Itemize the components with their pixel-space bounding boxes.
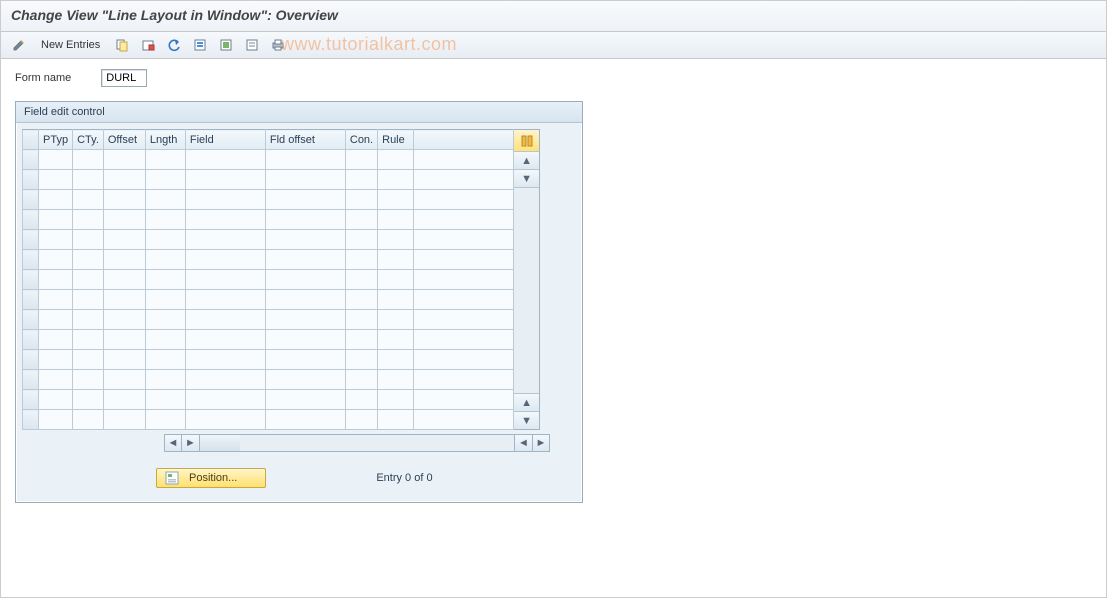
row-selector[interactable] (23, 290, 39, 310)
col-offset[interactable]: Offset (103, 130, 145, 150)
table-row[interactable] (23, 390, 514, 410)
row-selector[interactable] (23, 150, 39, 170)
toggle-display-change-icon[interactable] (9, 35, 29, 55)
row-selector[interactable] (23, 250, 39, 270)
application-toolbar: New Entries www.tutorialkart.com (1, 32, 1106, 59)
table-row[interactable] (23, 250, 514, 270)
table-row[interactable] (23, 150, 514, 170)
row-selector[interactable] (23, 190, 39, 210)
table-row[interactable] (23, 330, 514, 350)
row-selector[interactable] (23, 330, 39, 350)
undo-change-icon[interactable] (164, 35, 184, 55)
col-field[interactable]: Field (185, 130, 265, 150)
table-header-row: PTyp CTy. Offset Lngth Field Fld offset … (23, 130, 514, 150)
position-button[interactable]: Position... (156, 468, 266, 488)
row-selector[interactable] (23, 170, 39, 190)
table-row[interactable] (23, 410, 514, 430)
table-row[interactable] (23, 230, 514, 250)
form-name-row: Form name (15, 69, 1092, 87)
row-selector[interactable] (23, 270, 39, 290)
content-area: Form name Field edit control PTyp CTy. O… (1, 59, 1106, 513)
table-row[interactable] (23, 170, 514, 190)
form-name-input[interactable] (101, 69, 147, 87)
table-corner[interactable] (23, 130, 39, 150)
entry-count-text: Entry 0 of 0 (376, 472, 432, 484)
field-edit-table[interactable]: PTyp CTy. Offset Lngth Field Fld offset … (22, 129, 514, 430)
delete-icon[interactable] (138, 35, 158, 55)
table-row[interactable] (23, 290, 514, 310)
table-row[interactable] (23, 310, 514, 330)
table-row[interactable] (23, 350, 514, 370)
select-all-icon[interactable] (190, 35, 210, 55)
scroll-left-icon[interactable]: ◄ (164, 434, 182, 452)
form-name-label: Form name (15, 72, 71, 84)
scroll-right-icon[interactable]: ► (532, 434, 550, 452)
scroll-up-step-icon[interactable]: ▲ (514, 393, 539, 411)
table-row[interactable] (23, 210, 514, 230)
page-title: Change View "Line Layout in Window": Ove… (1, 1, 1106, 32)
scroll-left-step-icon[interactable]: ◄ (514, 434, 532, 452)
row-selector[interactable] (23, 310, 39, 330)
col-fld-offset[interactable]: Fld offset (265, 130, 345, 150)
row-selector[interactable] (23, 370, 39, 390)
table-settings-icon[interactable] (514, 130, 539, 152)
horizontal-scrollbar[interactable]: ◄ ► ◄ ► (16, 434, 582, 458)
watermark-text: www.tutorialkart.com (281, 34, 457, 55)
scroll-right-step-icon[interactable]: ► (182, 434, 200, 452)
panel-title: Field edit control (16, 102, 582, 123)
vertical-scrollbar[interactable]: ▲ ▼ ▲ ▼ (514, 129, 540, 430)
col-cty[interactable]: CTy. (73, 130, 104, 150)
col-length[interactable]: Lngth (145, 130, 185, 150)
table-row[interactable] (23, 270, 514, 290)
print-icon[interactable] (268, 35, 288, 55)
position-icon (165, 471, 179, 485)
field-edit-control-panel: Field edit control PTyp CTy. Offset Lngt… (15, 101, 583, 503)
deselect-all-icon[interactable] (242, 35, 262, 55)
scroll-up-icon[interactable]: ▲ (514, 152, 539, 170)
scroll-down-icon[interactable]: ▼ (514, 411, 539, 429)
row-selector[interactable] (23, 350, 39, 370)
col-rule[interactable]: Rule (378, 130, 414, 150)
position-button-label: Position... (189, 472, 237, 484)
hscroll-track[interactable] (240, 434, 514, 452)
table-row[interactable] (23, 190, 514, 210)
copy-as-icon[interactable] (112, 35, 132, 55)
col-empty (414, 130, 514, 150)
new-entries-button[interactable]: New Entries (35, 37, 106, 53)
table-row[interactable] (23, 370, 514, 390)
row-selector[interactable] (23, 410, 39, 430)
col-con[interactable]: Con. (345, 130, 377, 150)
row-selector[interactable] (23, 210, 39, 230)
row-selector[interactable] (23, 230, 39, 250)
col-ptyp[interactable]: PTyp (39, 130, 73, 150)
select-block-icon[interactable] (216, 35, 236, 55)
scroll-down-step-icon[interactable]: ▼ (514, 170, 539, 188)
hscroll-thumb[interactable] (200, 434, 240, 452)
vscroll-track[interactable] (514, 188, 539, 393)
row-selector[interactable] (23, 390, 39, 410)
